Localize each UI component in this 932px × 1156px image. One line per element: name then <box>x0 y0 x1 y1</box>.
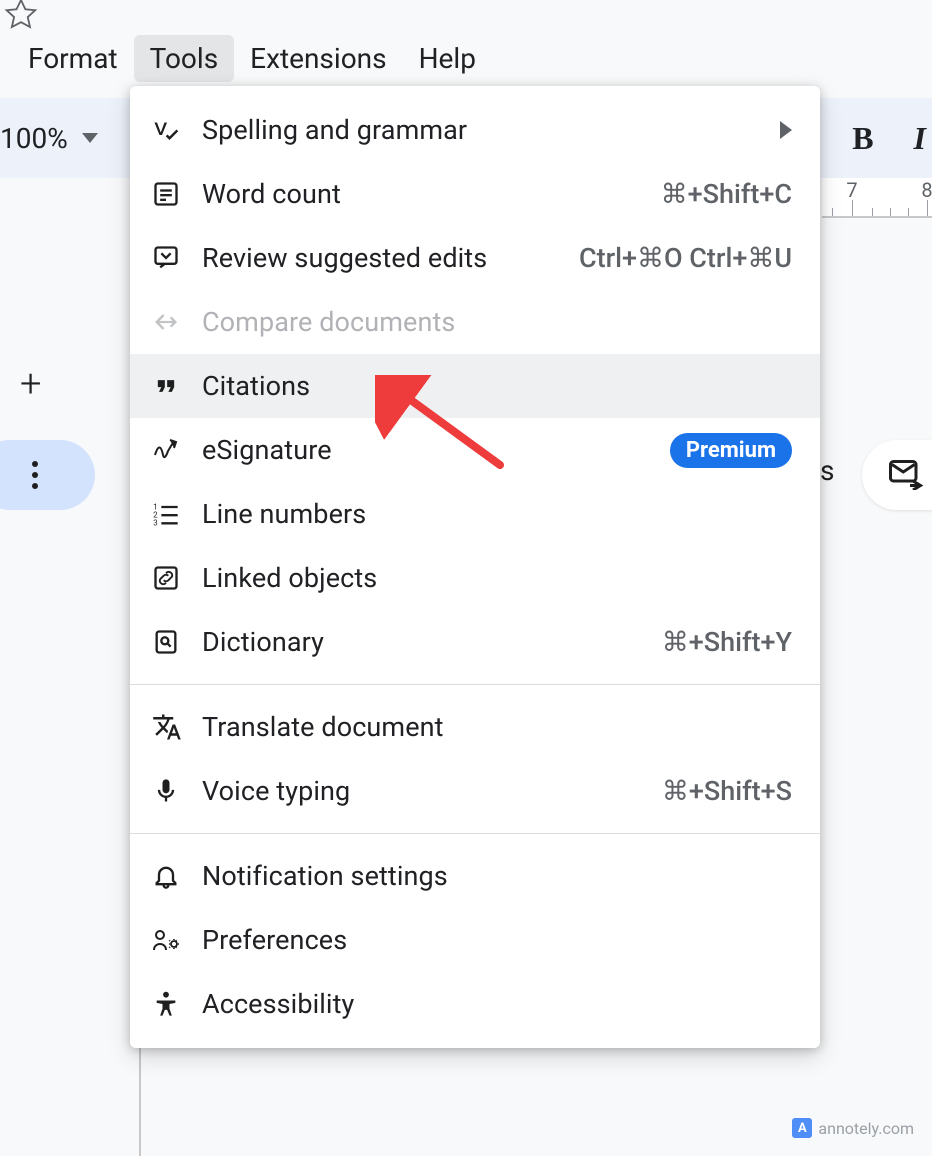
menu-label: Preferences <box>202 924 792 956</box>
menu-shortcut: ⌘+Shift+Y <box>662 626 792 658</box>
watermark: A annotely.com <box>792 1118 914 1138</box>
menu-help[interactable]: Help <box>403 35 492 82</box>
menu-shortcut: ⌘+Shift+C <box>661 178 792 210</box>
menu-label: Compare documents <box>202 306 792 338</box>
menu-item-linked-objects[interactable]: Linked objects <box>130 546 820 610</box>
dictionary-icon <box>152 628 202 656</box>
format-icons: B I <box>852 120 926 157</box>
translate-icon <box>152 712 202 742</box>
mic-icon <box>152 777 202 805</box>
preferences-icon <box>152 926 202 954</box>
bold-button[interactable]: B <box>852 120 873 157</box>
menu-label: Translate document <box>202 711 792 743</box>
bell-icon <box>152 862 202 890</box>
menu-item-notifications[interactable]: Notification settings <box>130 844 820 908</box>
menubar: Format Tools Extensions Help <box>12 35 492 82</box>
spelling-icon <box>152 115 202 145</box>
annotely-logo-icon: A <box>792 1118 812 1138</box>
linked-objects-icon <box>152 564 202 592</box>
window-chrome: Format Tools Extensions Help <box>0 0 932 85</box>
svg-text:3: 3 <box>153 518 158 528</box>
zoom-value: 100% <box>0 122 68 155</box>
esignature-icon <box>152 437 202 463</box>
word-count-icon <box>152 180 202 208</box>
menu-label: Voice typing <box>202 775 662 807</box>
review-edits-icon <box>152 244 202 272</box>
menu-divider <box>130 833 820 834</box>
ruler-mark: 8 <box>921 178 932 202</box>
menu-item-accessibility[interactable]: Accessibility <box>130 972 820 1036</box>
premium-badge: Premium <box>670 433 792 468</box>
compare-icon <box>152 308 202 336</box>
menu-label: Accessibility <box>202 988 792 1020</box>
menu-item-translate[interactable]: Translate document <box>130 695 820 759</box>
menu-item-voice-typing[interactable]: Voice typing ⌘+Shift+S <box>130 759 820 823</box>
menu-label: Notification settings <box>202 860 792 892</box>
star-icon[interactable] <box>3 0 39 37</box>
menu-item-esignature[interactable]: eSignature Premium <box>130 418 820 482</box>
watermark-text: annotely.com <box>818 1119 914 1138</box>
menu-item-dictionary[interactable]: Dictionary ⌘+Shift+Y <box>130 610 820 674</box>
menu-shortcut: ⌘+Shift+S <box>662 775 792 807</box>
more-vert-icon <box>32 461 38 489</box>
email-draft-chip[interactable] <box>862 440 932 510</box>
menu-item-line-numbers[interactable]: 123 Line numbers <box>130 482 820 546</box>
citations-icon <box>152 372 202 400</box>
menu-tools[interactable]: Tools <box>134 35 235 82</box>
menu-shortcut: Ctrl+⌘O Ctrl+⌘U <box>579 242 792 274</box>
zoom-select[interactable]: 100% <box>0 122 98 155</box>
menu-label: Dictionary <box>202 626 662 658</box>
menu-label: Word count <box>202 178 661 210</box>
chevron-down-icon <box>82 133 98 143</box>
menu-label: Citations <box>202 370 792 402</box>
chip-text-fragment: s <box>820 454 834 487</box>
menu-label: Line numbers <box>202 498 792 530</box>
menu-item-preferences[interactable]: Preferences <box>130 908 820 972</box>
menu-divider <box>130 684 820 685</box>
chevron-right-icon <box>780 121 792 139</box>
tools-dropdown: Spelling and grammar Word count ⌘+Shift+… <box>130 86 820 1048</box>
menu-format[interactable]: Format <box>12 35 134 82</box>
menu-label: Spelling and grammar <box>202 114 780 146</box>
add-button[interactable]: + <box>20 362 41 406</box>
menu-label: Linked objects <box>202 562 792 594</box>
menu-item-review-edits[interactable]: Review suggested edits Ctrl+⌘O Ctrl+⌘U <box>130 226 820 290</box>
menu-label: Review suggested edits <box>202 242 579 274</box>
italic-button[interactable]: I <box>914 120 926 157</box>
menu-item-citations[interactable]: Citations <box>130 354 820 418</box>
accessibility-icon <box>152 990 202 1018</box>
menu-item-compare: Compare documents <box>130 290 820 354</box>
ruler-mark: 7 <box>846 178 857 202</box>
overflow-menu-chip[interactable] <box>0 440 95 510</box>
line-numbers-icon: 123 <box>152 500 202 528</box>
menu-extensions[interactable]: Extensions <box>234 35 402 82</box>
ruler: 7 8 <box>822 178 932 218</box>
menu-item-spelling[interactable]: Spelling and grammar <box>130 98 820 162</box>
mail-arrow-icon <box>889 460 925 490</box>
menu-label: eSignature <box>202 434 670 466</box>
menu-item-word-count[interactable]: Word count ⌘+Shift+C <box>130 162 820 226</box>
